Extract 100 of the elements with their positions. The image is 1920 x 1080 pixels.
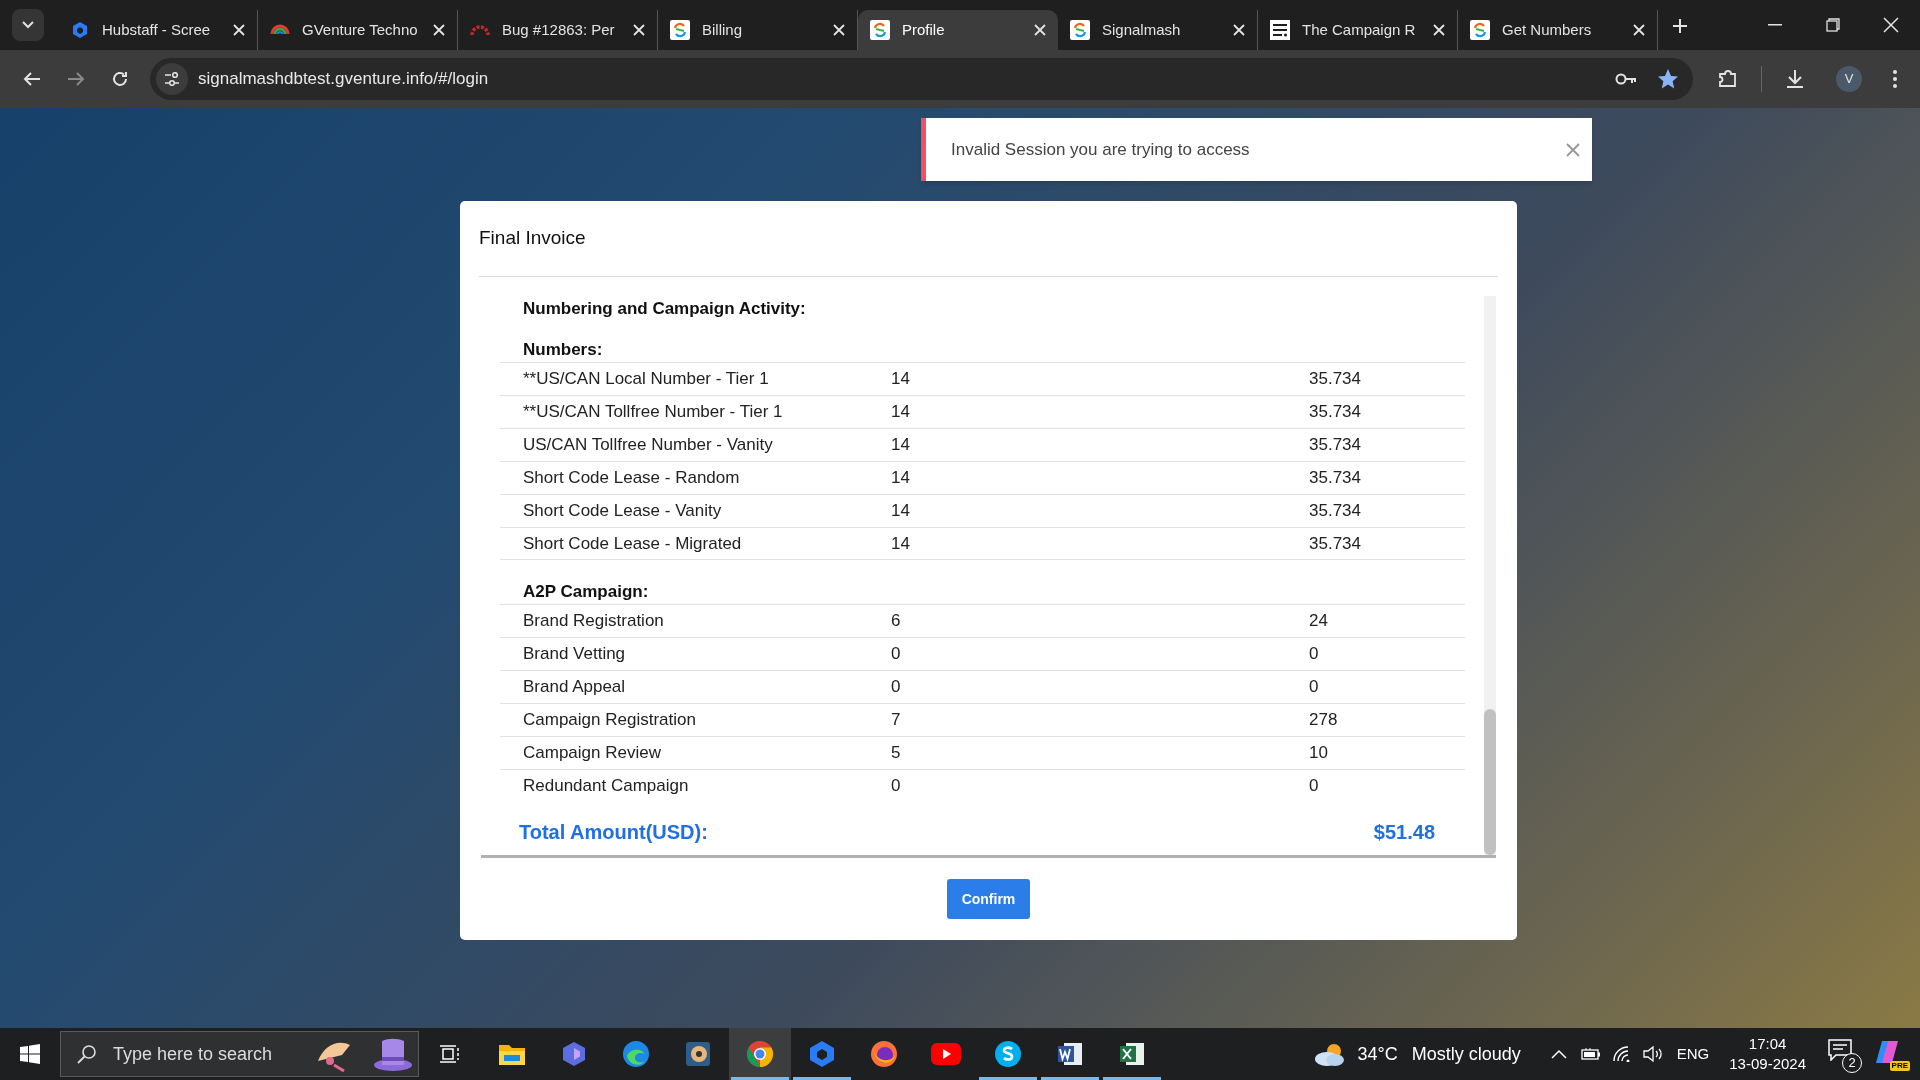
tab-title: Get Numbers xyxy=(1502,19,1593,40)
reload-icon xyxy=(111,70,129,88)
scrollbar-thumb[interactable] xyxy=(1484,709,1496,855)
section-heading: Numbering and Campaign Activity: xyxy=(522,298,807,318)
amount-value: 35.734 xyxy=(1309,467,1362,490)
quantity-value: 0 xyxy=(891,775,902,798)
amount-value: 35.734 xyxy=(1309,500,1362,523)
section-heading: Numbers: xyxy=(522,339,604,359)
tab-title: Billing xyxy=(702,19,744,40)
dialog-title: Final Invoice xyxy=(479,226,586,251)
battery-icon[interactable] xyxy=(1580,1048,1601,1060)
key-icon[interactable] xyxy=(1615,73,1637,85)
hexagon-app-icon xyxy=(561,1041,587,1067)
quantity-value: 14 xyxy=(891,500,911,523)
quantity-value: 0 xyxy=(891,643,902,666)
weather-condition[interactable]: Mostly cloudy xyxy=(1411,1040,1521,1068)
speaker-icon[interactable] xyxy=(1642,1046,1663,1062)
tab-title: Hubstaff - Scree xyxy=(102,19,212,40)
clock-date[interactable]: 13-09-2024 xyxy=(1729,1054,1806,1074)
restore-icon xyxy=(1826,18,1840,32)
item-name: Campaign Registration xyxy=(522,709,697,732)
item-name: Short Code Lease - Random xyxy=(522,467,741,490)
search-placeholder: Type here to search xyxy=(113,1042,274,1066)
item-name: **US/CAN Tollfree Number - Tier 1 xyxy=(522,401,784,424)
puzzle-icon[interactable] xyxy=(1717,68,1739,90)
amount-value: 35.734 xyxy=(1309,532,1362,555)
search-icon xyxy=(77,1044,97,1064)
quantity-value: 14 xyxy=(891,467,911,490)
amount-value: 0 xyxy=(1309,775,1320,798)
item-name: Campaign Review xyxy=(522,742,662,765)
clock-time[interactable]: 17:04 xyxy=(1748,1034,1787,1054)
section-heading: A2P Campaign: xyxy=(522,581,650,601)
tab-title: Profile xyxy=(902,19,946,40)
toast-message: Invalid Session you are trying to access xyxy=(951,138,1251,161)
amount-value: 0 xyxy=(1309,676,1320,699)
spreadsheet-icon xyxy=(1118,1040,1146,1068)
hexagon-logo-icon xyxy=(70,20,90,40)
tune-icon xyxy=(164,72,180,86)
quantity-value: 7 xyxy=(891,709,902,732)
item-name: Brand Registration xyxy=(522,610,665,633)
forward-icon xyxy=(67,71,85,87)
download-icon[interactable] xyxy=(1784,68,1806,90)
folder-icon xyxy=(498,1042,526,1066)
star-icon[interactable] xyxy=(1657,68,1679,90)
back-icon xyxy=(23,71,41,87)
amount-value: 0 xyxy=(1309,643,1320,666)
address-bar[interactable]: signalmashdbtest.gventure.info/#/login xyxy=(150,58,1693,100)
amount-value: 24 xyxy=(1309,610,1329,633)
quantity-value: 14 xyxy=(891,532,911,555)
tab-title: GVenture Techno xyxy=(302,19,419,40)
amount-value: 10 xyxy=(1309,742,1329,765)
weather-temperature[interactable]: 34°C xyxy=(1357,1040,1398,1068)
quantity-value: 5 xyxy=(891,742,902,765)
chevron-down-icon xyxy=(22,21,34,29)
tab-title: The Campaign R xyxy=(1302,19,1417,40)
language-indicator[interactable]: ENG xyxy=(1676,1042,1710,1066)
amount-value: 35.734 xyxy=(1309,434,1362,457)
item-name: **US/CAN Local Number - Tier 1 xyxy=(522,368,770,391)
tab-title: Signalmash xyxy=(1102,19,1182,40)
chevron-up-icon[interactable] xyxy=(1550,1049,1567,1059)
url-text: signalmashdbtest.gventure.info/#/login xyxy=(198,68,490,91)
total-label: Total Amount(USD): xyxy=(519,820,708,845)
chat-app-icon xyxy=(994,1040,1022,1068)
word-document-icon xyxy=(1056,1040,1084,1068)
quantity-value: 14 xyxy=(891,368,911,391)
item-name: Short Code Lease - Vanity xyxy=(522,500,723,523)
confirm-button[interactable]: Confirm xyxy=(947,879,1030,919)
plus-icon xyxy=(1673,19,1687,33)
search-field[interactable]: Type here to search xyxy=(60,1031,419,1077)
windows-logo-icon xyxy=(20,1044,40,1064)
site-info-button[interactable] xyxy=(156,63,188,95)
notification-count: 2 xyxy=(1842,1053,1862,1073)
minimize-icon xyxy=(1768,24,1782,26)
close-icon xyxy=(1883,17,1899,33)
hexagon-logo-icon xyxy=(808,1040,836,1068)
total-amount: $51.48 xyxy=(1373,820,1435,845)
amount-value: 278 xyxy=(1309,709,1339,732)
swirl-logo-icon xyxy=(622,1040,650,1068)
wifi-icon[interactable] xyxy=(1612,1046,1631,1062)
item-name: US/CAN Tollfree Number - Vanity xyxy=(522,434,774,457)
preview-badge: PRE xyxy=(1889,1061,1910,1071)
item-name: Short Code Lease - Migrated xyxy=(522,532,743,555)
item-name: Brand Vetting xyxy=(522,643,627,666)
task-view-icon xyxy=(439,1044,461,1064)
scrollbar[interactable] xyxy=(1484,296,1496,855)
quantity-value: 6 xyxy=(891,610,902,633)
quantity-value: 0 xyxy=(891,676,902,699)
taskbar-app-button[interactable] xyxy=(729,1028,791,1080)
item-name: Redundant Campaign xyxy=(522,775,690,798)
quantity-value: 14 xyxy=(891,434,911,457)
amount-value: 35.734 xyxy=(1309,368,1362,391)
item-name: Brand Appeal xyxy=(522,676,627,699)
quantity-value: 14 xyxy=(891,401,911,424)
tab-title: Bug #12863: Per xyxy=(502,19,616,40)
photo-viewer-icon xyxy=(684,1040,712,1068)
profile-avatar[interactable]: V xyxy=(1836,66,1862,92)
play-button-icon xyxy=(931,1043,961,1065)
tab-search-button[interactable] xyxy=(12,9,44,41)
more-menu-icon[interactable] xyxy=(1892,69,1898,89)
browser-tab[interactable]: Profile xyxy=(858,10,1058,50)
